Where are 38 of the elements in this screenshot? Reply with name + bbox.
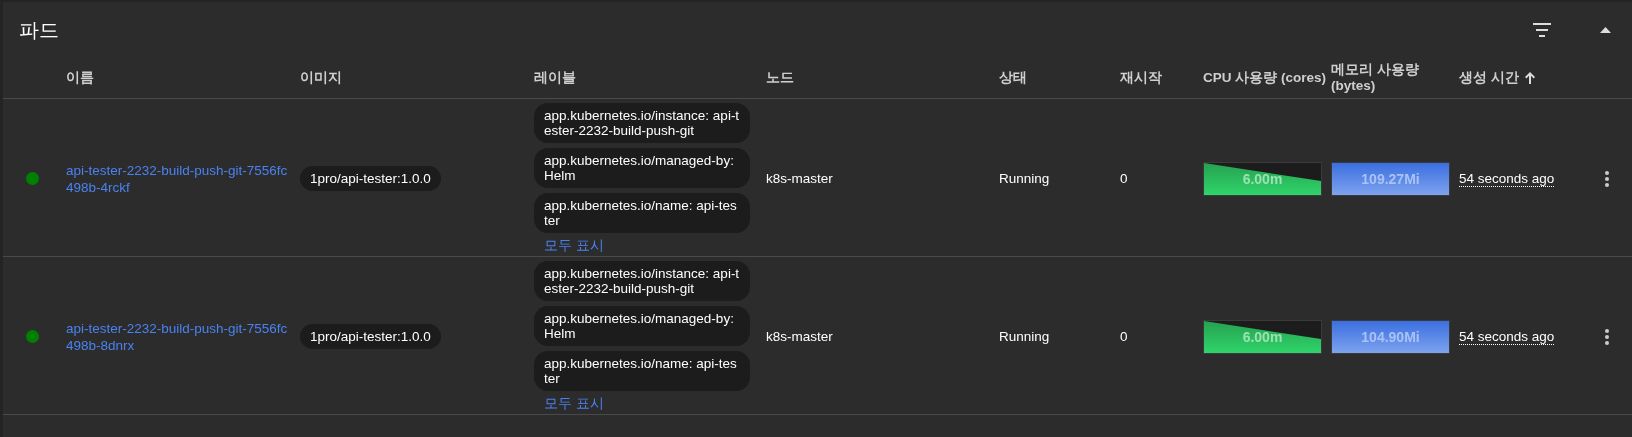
panel-title: 파드 [19, 17, 60, 43]
label-chip: app.kubernetes.io/managed-by: Helm [534, 306, 750, 346]
status-text: Running [999, 329, 1051, 344]
cpu-sparkline: 6.00m [1203, 161, 1322, 196]
image-chip: 1pro/api-tester:1.0.0 [300, 166, 441, 191]
label-chip: app.kubernetes.io/name: api-tester [534, 193, 750, 233]
restart-count: 0 [1120, 171, 1129, 186]
more-vertical-icon [1605, 328, 1609, 345]
caret-up-icon [1600, 27, 1611, 33]
column-header[interactable]: 노드 [766, 70, 794, 86]
cpu-sparkline: 6.00m [1203, 319, 1322, 354]
column-header[interactable]: 레이블 [534, 70, 576, 86]
label-chip: app.kubernetes.io/managed-by: Helm [534, 148, 750, 188]
column-header[interactable]: 메모리 사용량 (bytes) [1331, 62, 1459, 94]
created-time: 54 seconds ago [1459, 328, 1555, 345]
column-header[interactable]: 상태 [999, 70, 1027, 86]
memory-usage-bar: 104.90Mi [1331, 319, 1450, 354]
show-all-link[interactable]: 모두 표시 [544, 238, 604, 254]
restart-count: 0 [1120, 329, 1129, 344]
memory-usage-bar: 109.27Mi [1331, 161, 1450, 196]
column-header[interactable]: 재시작 [1120, 70, 1162, 86]
image-chip: 1pro/api-tester:1.0.0 [300, 324, 441, 349]
node-name: k8s-master [766, 329, 834, 344]
node-name: k8s-master [766, 171, 834, 186]
label-chip: app.kubernetes.io/name: api-tester [534, 351, 750, 391]
label-chip: app.kubernetes.io/instance: api-tester-2232-build-push-git [534, 261, 750, 301]
status-text: Running [999, 171, 1051, 186]
more-vertical-icon [1605, 170, 1609, 187]
column-header[interactable]: 이미지 [300, 70, 342, 86]
created-time: 54 seconds ago [1459, 170, 1555, 187]
filter-icon [1532, 23, 1552, 37]
column-header[interactable]: 생성 시간 [1459, 70, 1519, 86]
show-all-link[interactable]: 모두 표시 [544, 396, 604, 412]
column-header[interactable]: 이름 [66, 70, 94, 86]
label-chip: app.kubernetes.io/instance: api-tester-2232-build-push-git [534, 103, 750, 143]
column-header[interactable]: CPU 사용량 (cores) [1203, 70, 1327, 86]
pod-name-link[interactable]: api-tester-2232-build-push-git-7556fc498b-4rckf [66, 161, 300, 196]
pod-name-link[interactable]: api-tester-2232-build-push-git-7556fc498b-8dnrx [66, 319, 300, 354]
